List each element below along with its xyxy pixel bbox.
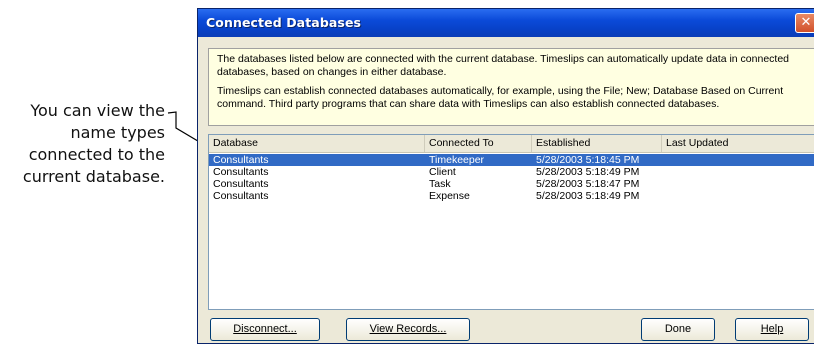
- column-header-database[interactable]: Database: [209, 135, 425, 152]
- titlebar[interactable]: Connected Databases ✕: [198, 9, 814, 37]
- column-header-connected-to[interactable]: Connected To: [425, 135, 532, 152]
- cell-established: 5/28/2003 5:18:47 PM: [536, 178, 640, 190]
- callout-line-4: current database.: [22, 167, 165, 186]
- disconnect-button[interactable]: Disconnect...: [210, 318, 320, 341]
- table-row[interactable]: Consultants Task 5/28/2003 5:18:47 PM: [209, 178, 814, 190]
- cell-database: Consultants: [213, 166, 269, 178]
- window-title: Connected Databases: [206, 15, 362, 30]
- help-button[interactable]: Help: [735, 318, 809, 341]
- table-row[interactable]: Consultants Timekeeper 5/28/2003 5:18:45…: [209, 154, 814, 166]
- view-records-button-label: View Records...: [369, 323, 447, 335]
- cell-connected-to: Client: [429, 166, 456, 178]
- cell-database: Consultants: [213, 154, 269, 166]
- list-header: Database Connected To Established Last U…: [209, 135, 814, 153]
- column-header-established[interactable]: Established: [532, 135, 662, 152]
- column-header-last-updated[interactable]: Last Updated: [662, 135, 814, 152]
- cell-connected-to: Timekeeper: [429, 154, 485, 166]
- callout-pointer-arrow: [167, 111, 214, 151]
- connected-databases-list[interactable]: Database Connected To Established Last U…: [208, 134, 814, 310]
- table-row[interactable]: Consultants Expense 5/28/2003 5:18:49 PM: [209, 190, 814, 202]
- view-records-button[interactable]: View Records...: [346, 318, 470, 341]
- info-paragraph-2: Timeslips can establish connected databa…: [217, 85, 784, 110]
- cell-established: 5/28/2003 5:18:49 PM: [536, 190, 640, 202]
- connected-databases-dialog: Connected Databases ✕ The databases list…: [197, 8, 814, 344]
- cell-database: Consultants: [213, 190, 269, 202]
- disconnect-button-label: Disconnect...: [233, 323, 297, 335]
- cell-established: 5/28/2003 5:18:45 PM: [536, 154, 640, 166]
- info-panel: The databases listed below are connected…: [208, 48, 814, 126]
- done-button[interactable]: Done: [641, 318, 715, 341]
- cell-established: 5/28/2003 5:18:49 PM: [536, 166, 640, 178]
- cell-connected-to: Expense: [429, 190, 470, 202]
- done-button-label: Done: [664, 323, 692, 335]
- info-paragraph-1: The databases listed below are connected…: [217, 53, 790, 78]
- help-button-label: Help: [760, 323, 784, 335]
- cell-database: Consultants: [213, 178, 269, 190]
- cell-connected-to: Task: [429, 178, 451, 190]
- close-icon[interactable]: ✕: [795, 13, 814, 33]
- table-row[interactable]: Consultants Client 5/28/2003 5:18:49 PM: [209, 166, 814, 178]
